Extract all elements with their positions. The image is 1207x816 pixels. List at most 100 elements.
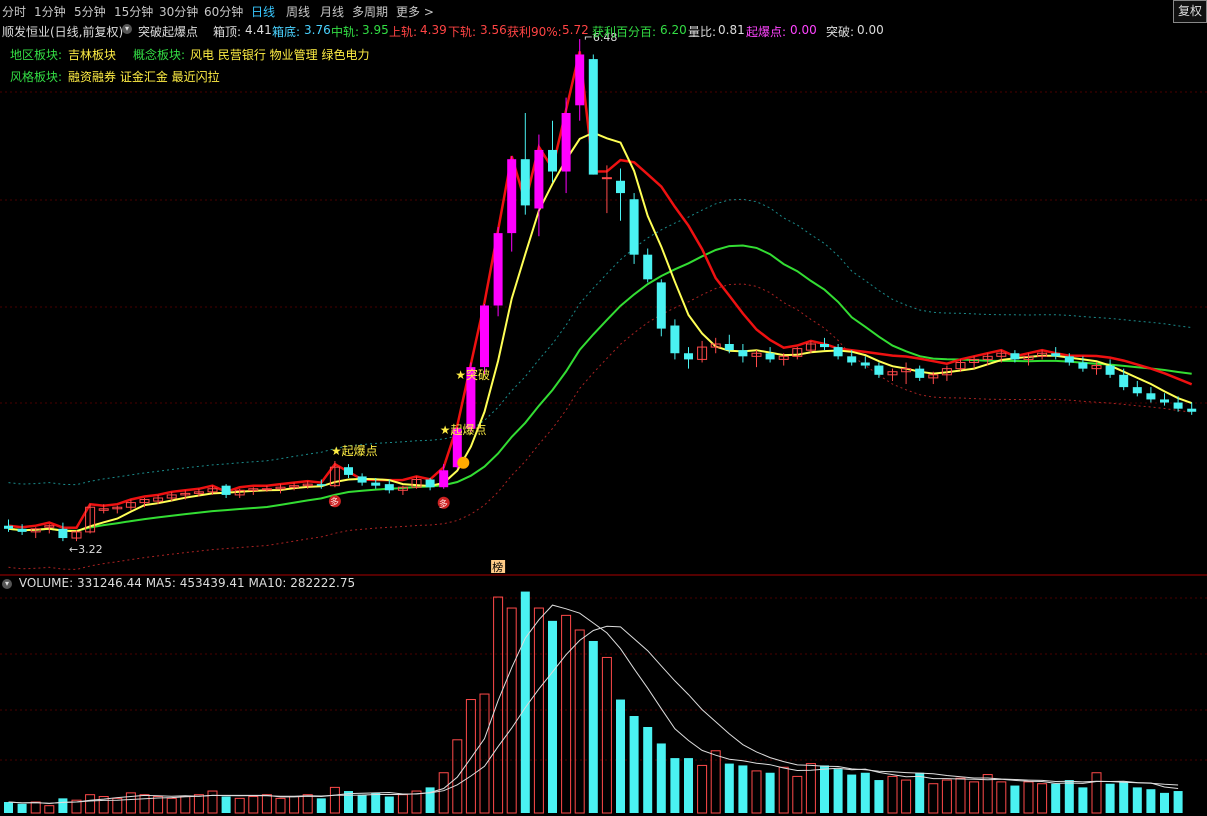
candle-body[interactable] [425, 479, 435, 488]
tab-15min[interactable]: 15分钟 [114, 3, 153, 20]
volume-bar-up[interactable] [397, 794, 408, 814]
volume-bar-down[interactable] [833, 769, 843, 813]
kline-chart[interactable]: ⌐6.48←3.22★起爆点★起爆点★突破多 多榜 [0, 0, 1207, 816]
candle-body[interactable] [684, 353, 693, 360]
style-value[interactable]: 融资融券 证金汇金 最近闪拉 [68, 68, 220, 85]
candle-body[interactable] [439, 470, 449, 488]
volume-bar-down[interactable] [724, 763, 734, 813]
volume-bar-up[interactable] [697, 764, 708, 814]
fuquan-button[interactable]: 复权 [1173, 0, 1207, 23]
volume-bar-down[interactable] [616, 699, 625, 813]
candle-body[interactable] [493, 233, 503, 306]
candle-body-up[interactable] [261, 488, 272, 491]
volume-bar-up[interactable] [601, 656, 612, 814]
volume-bar-down[interactable] [520, 591, 530, 813]
candle-body[interactable] [520, 159, 530, 206]
volume-bar-down[interactable] [1078, 787, 1088, 813]
volume-bar-up[interactable] [901, 779, 912, 814]
volume-bar-down[interactable] [1160, 792, 1169, 813]
candle-body[interactable] [1051, 353, 1061, 357]
volume-bar-up[interactable] [574, 629, 585, 814]
candle-body[interactable] [738, 350, 748, 357]
volume-bar-up[interactable] [969, 781, 980, 814]
volume-bar-up[interactable] [85, 794, 96, 814]
volume-bar-down[interactable] [548, 620, 557, 813]
volume-bar-up[interactable] [928, 783, 939, 814]
candle-body[interactable] [860, 362, 870, 366]
volume-bar-up[interactable] [275, 797, 286, 814]
volume-bar-up[interactable] [465, 699, 476, 814]
volume-bar-up[interactable] [1091, 772, 1102, 814]
candle-body[interactable] [371, 482, 381, 486]
candle-body[interactable] [58, 528, 68, 539]
volume-bar-down[interactable] [670, 758, 680, 813]
candle-body[interactable] [221, 485, 231, 495]
volume-bar-up[interactable] [493, 596, 504, 814]
candle-body[interactable] [344, 467, 353, 475]
volume-bar-up[interactable] [1023, 781, 1034, 814]
candle-body[interactable] [643, 254, 653, 280]
volume-bar-down[interactable] [1119, 781, 1129, 813]
volume-bar-up[interactable] [792, 775, 803, 814]
tab-daily[interactable]: 日线 [251, 3, 275, 20]
volume-bar-up[interactable] [751, 770, 762, 814]
candle-body[interactable] [357, 476, 367, 483]
candle-body[interactable] [1146, 393, 1156, 400]
volume-bar-up[interactable] [289, 796, 300, 814]
candle-body[interactable] [1010, 353, 1020, 360]
volume-bar-down[interactable] [371, 792, 381, 813]
volume-bar-down[interactable] [384, 796, 394, 813]
volume-bar-up[interactable] [982, 774, 993, 814]
volume-bar-up[interactable] [778, 766, 789, 814]
volume-bar-down[interactable] [684, 758, 693, 813]
volume-bar-down[interactable] [656, 743, 666, 813]
volume-bar-down[interactable] [1105, 783, 1115, 813]
candle-body[interactable] [670, 325, 680, 354]
volume-bar-down[interactable] [629, 716, 639, 813]
tab-fenshi[interactable]: 分时 [2, 3, 26, 20]
volume-bar-up[interactable] [166, 797, 177, 814]
volume-bar-down[interactable] [860, 772, 870, 813]
candle-body[interactable] [656, 282, 666, 329]
concept-value[interactable]: 风电 民营银行 物业管理 绿色电力 [190, 46, 369, 63]
volume-bar-up[interactable] [302, 794, 313, 814]
volume-bar-down[interactable] [1132, 787, 1142, 813]
volume-bar-up[interactable] [533, 607, 544, 814]
tab-multi-period[interactable]: 多周期 [352, 3, 388, 20]
volume-bar-down[interactable] [357, 794, 367, 813]
candle-body[interactable] [1078, 362, 1088, 369]
volume-bar-down[interactable] [1010, 785, 1020, 813]
candle-body[interactable] [561, 113, 571, 172]
volume-bar-up[interactable] [139, 794, 150, 814]
volume-bar-down[interactable] [643, 726, 653, 813]
volume-bar-down[interactable] [1051, 783, 1061, 813]
volume-bar-down[interactable] [738, 765, 748, 813]
volume-bar-up[interactable] [438, 772, 449, 814]
volume-bar-down[interactable] [874, 780, 884, 813]
volume-bar-up[interactable] [207, 790, 218, 814]
candle-body[interactable] [507, 159, 517, 234]
volume-bar-down[interactable] [820, 765, 829, 813]
volume-bar-down[interactable] [58, 798, 68, 813]
indicator-name[interactable]: 突破起爆点 [138, 23, 198, 40]
volume-bar-down[interactable] [765, 772, 775, 813]
candle-body[interactable] [724, 344, 734, 351]
candle-body[interactable] [1173, 402, 1183, 409]
tab-weekly[interactable]: 周线 [286, 3, 310, 20]
volume-bar-up[interactable] [30, 801, 41, 814]
volume-bar-down[interactable] [4, 802, 13, 813]
volume-bar-down[interactable] [316, 798, 326, 813]
volume-bar-up[interactable] [248, 796, 259, 814]
candle-body[interactable] [847, 356, 857, 363]
volume-bar-up[interactable] [1037, 783, 1048, 814]
candle-body[interactable] [629, 199, 639, 255]
candle-body[interactable] [833, 347, 843, 357]
volume-bar-down[interactable] [847, 774, 857, 813]
candle-body[interactable] [384, 484, 394, 491]
volume-bar-up[interactable] [153, 796, 164, 814]
volume-bar-up[interactable] [941, 779, 952, 814]
volume-bar-up[interactable] [180, 796, 191, 814]
candle-body[interactable] [4, 525, 13, 529]
candle-body[interactable] [616, 180, 625, 194]
region-value[interactable]: 吉林板块 [68, 46, 116, 63]
